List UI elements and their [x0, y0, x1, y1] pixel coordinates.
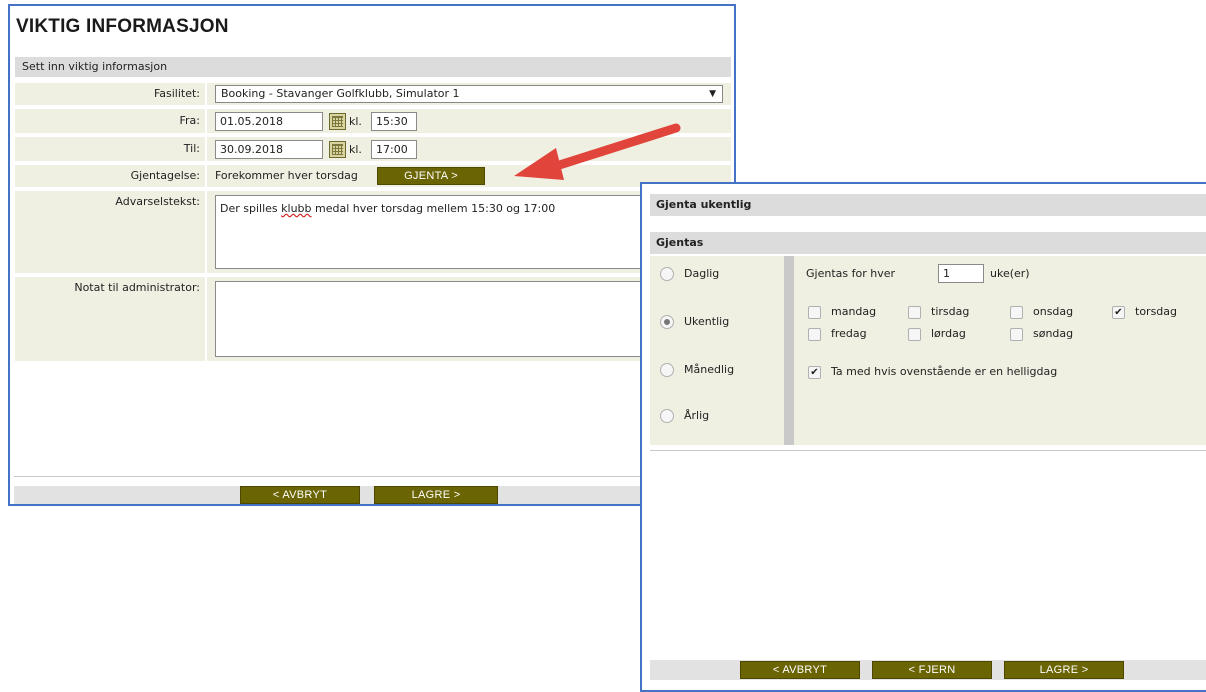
- radio-icon: [660, 363, 674, 377]
- options-divider: [784, 256, 794, 445]
- option-arlig[interactable]: Årlig: [660, 408, 709, 424]
- repeat-every-label: Gjentas for hver: [806, 267, 895, 280]
- calendar-icon[interactable]: [329, 113, 346, 130]
- checkbox-checked-icon: ✔: [808, 365, 821, 379]
- gjentagelse-label: Gjentagelse:: [15, 165, 207, 187]
- include-holidays-label: Ta med hvis ovenstående er en helligdag: [831, 365, 1058, 378]
- pointer-arrow-icon: [514, 123, 681, 180]
- radio-selected-icon: [660, 315, 674, 329]
- footer-divider: [14, 476, 732, 477]
- dialog-divider: [650, 450, 1206, 451]
- day-lordag[interactable]: lørdag: [908, 326, 966, 342]
- dialog-body: Daglig Ukentlig Månedlig Årlig Gjentas f…: [650, 256, 1206, 445]
- repeat-unit-label: uke(er): [990, 267, 1030, 280]
- dialog-title: Gjenta ukentlig: [650, 194, 1206, 216]
- option-label: Månedlig: [684, 363, 735, 376]
- row-advarsel: Advarselstekst: Der spilles klubb medal …: [15, 191, 731, 273]
- section-header: Sett inn viktig informasjon: [15, 57, 731, 77]
- dialog-save-button[interactable]: LAGRE >: [1004, 661, 1124, 679]
- row-fasilitet: Fasilitet: Booking - Stavanger Golfklubb…: [15, 83, 731, 105]
- day-torsdag[interactable]: ✔ torsdag: [1112, 304, 1177, 320]
- checkbox-icon: [808, 327, 821, 341]
- day-sondag[interactable]: søndag: [1010, 326, 1073, 342]
- gjenta-button[interactable]: GJENTA >: [377, 167, 485, 185]
- checkbox-checked-icon: ✔: [1112, 305, 1125, 319]
- checkbox-icon: [908, 327, 921, 341]
- repeat-every-input[interactable]: 1: [938, 264, 984, 283]
- til-date-input[interactable]: 30.09.2018: [215, 140, 323, 159]
- option-manedlig[interactable]: Månedlig: [660, 362, 734, 378]
- day-onsdag[interactable]: onsdag: [1010, 304, 1073, 320]
- advarsel-label: Advarselstekst:: [15, 191, 207, 273]
- calendar-icon[interactable]: [329, 141, 346, 158]
- fasilitet-select[interactable]: Booking - Stavanger Golfklubb, Simulator…: [215, 85, 723, 103]
- dropdown-arrow-icon: ▼: [709, 89, 716, 99]
- misspelled-word: klubb: [281, 202, 312, 215]
- fra-kl-label: kl.: [349, 115, 362, 128]
- day-mandag[interactable]: mandag: [808, 304, 876, 320]
- frequency-options: Daglig Ukentlig Månedlig Årlig: [650, 256, 782, 445]
- option-ukentlig[interactable]: Ukentlig: [660, 314, 729, 330]
- day-fredag[interactable]: fredag: [808, 326, 867, 342]
- day-label: lørdag: [931, 327, 966, 340]
- footer-bar: < AVBRYT LAGRE >: [14, 486, 732, 504]
- day-tirsdag[interactable]: tirsdag: [908, 304, 969, 320]
- dialog-remove-button[interactable]: < FJERN: [872, 661, 992, 679]
- repeat-dialog: Gjenta ukentlig Gjentas Daglig Ukentlig …: [640, 182, 1206, 692]
- radio-icon: [660, 409, 674, 423]
- checkbox-icon: [1010, 305, 1023, 319]
- day-label: torsdag: [1135, 305, 1178, 318]
- fra-time-input[interactable]: 15:30: [371, 112, 417, 131]
- option-label: Ukentlig: [684, 315, 730, 328]
- day-label: tirsdag: [931, 305, 970, 318]
- option-label: Årlig: [684, 409, 710, 422]
- main-window: VIKTIG INFORMASJON Sett inn viktig infor…: [8, 4, 736, 506]
- notat-label: Notat til administrator:: [15, 277, 207, 361]
- day-label: fredag: [831, 327, 867, 340]
- checkbox-icon: [808, 305, 821, 319]
- til-label: Til:: [15, 137, 207, 161]
- day-label: mandag: [831, 305, 877, 318]
- dialog-cancel-button[interactable]: < AVBRYT: [740, 661, 860, 679]
- page-title: VIKTIG INFORMASJON: [16, 16, 229, 37]
- option-label: Daglig: [684, 267, 720, 280]
- cancel-button[interactable]: < AVBRYT: [240, 486, 360, 504]
- option-daglig[interactable]: Daglig: [660, 266, 719, 282]
- day-label: onsdag: [1033, 305, 1074, 318]
- dialog-footer-bar: < AVBRYT < FJERN LAGRE >: [650, 660, 1206, 680]
- checkbox-icon: [1010, 327, 1023, 341]
- til-time-input[interactable]: 17:00: [371, 140, 417, 159]
- fasilitet-value: Booking - Stavanger Golfklubb, Simulator…: [221, 87, 460, 100]
- advarsel-text-start: Der spilles: [220, 202, 282, 215]
- gjentagelse-value: Forekommer hver torsdag: [215, 169, 358, 182]
- fra-label: Fra:: [15, 109, 207, 133]
- advarsel-text-end: medal hver torsdag mellem 15:30 og 17:00: [311, 202, 556, 215]
- save-button[interactable]: LAGRE >: [374, 486, 498, 504]
- dialog-section-header: Gjentas: [650, 232, 1206, 254]
- fra-date-input[interactable]: 01.05.2018: [215, 112, 323, 131]
- fasilitet-label: Fasilitet:: [15, 83, 207, 105]
- day-label: søndag: [1033, 327, 1074, 340]
- row-notat: Notat til administrator:: [15, 277, 731, 361]
- til-kl-label: kl.: [349, 143, 362, 156]
- radio-icon: [660, 267, 674, 281]
- include-holidays-checkbox[interactable]: ✔ Ta med hvis ovenstående er en helligdag: [808, 364, 1057, 380]
- checkbox-icon: [908, 305, 921, 319]
